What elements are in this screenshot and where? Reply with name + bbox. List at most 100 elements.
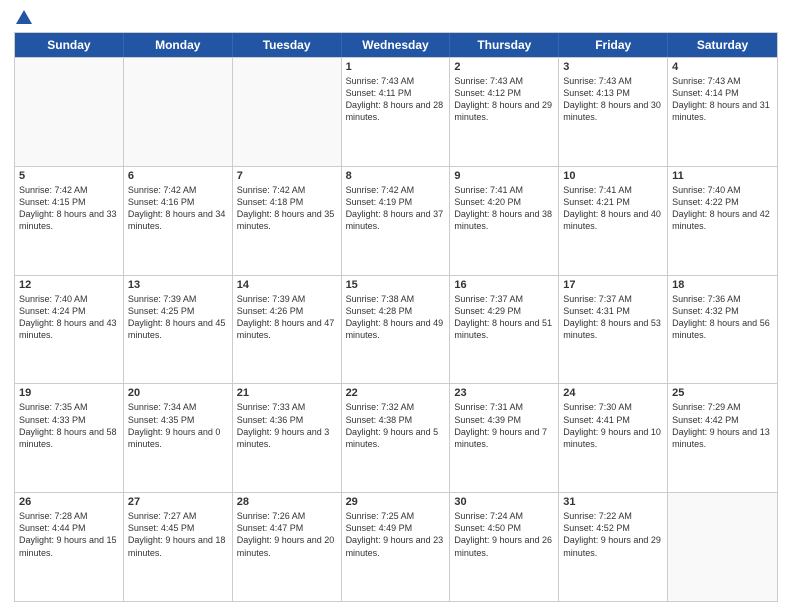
calendar-header: SundayMondayTuesdayWednesdayThursdayFrid… [15,33,777,57]
day-info: Sunrise: 7:29 AM Sunset: 4:42 PM Dayligh… [672,401,773,450]
header-day-tuesday: Tuesday [233,33,342,57]
day-number: 10 [563,170,663,182]
day-number: 1 [346,61,446,73]
day-number: 29 [346,496,446,508]
day-cell-12: 12 Sunrise: 7:40 AM Sunset: 4:24 PM Dayli… [15,276,124,384]
day-info: Sunrise: 7:24 AM Sunset: 4:50 PM Dayligh… [454,510,554,559]
day-info: Sunrise: 7:42 AM Sunset: 4:16 PM Dayligh… [128,184,228,233]
day-number: 8 [346,170,446,182]
header-day-wednesday: Wednesday [342,33,451,57]
day-cell-21: 21 Sunrise: 7:33 AM Sunset: 4:36 PM Dayli… [233,384,342,492]
day-cell-30: 30 Sunrise: 7:24 AM Sunset: 4:50 PM Dayli… [450,493,559,601]
calendar-week-1: 1 Sunrise: 7:43 AM Sunset: 4:11 PM Daylig… [15,57,777,166]
day-info: Sunrise: 7:38 AM Sunset: 4:28 PM Dayligh… [346,293,446,342]
day-info: Sunrise: 7:25 AM Sunset: 4:49 PM Dayligh… [346,510,446,559]
day-number: 31 [563,496,663,508]
day-cell-7: 7Sunrise: 7:42 AM Sunset: 4:18 PM Daylig… [233,167,342,275]
day-info: Sunrise: 7:27 AM Sunset: 4:45 PM Dayligh… [128,510,228,559]
day-info: Sunrise: 7:35 AM Sunset: 4:33 PM Dayligh… [19,401,119,450]
header-day-monday: Monday [124,33,233,57]
day-cell-11: 11 Sunrise: 7:40 AM Sunset: 4:22 PM Dayli… [668,167,777,275]
header-day-thursday: Thursday [450,33,559,57]
calendar-week-2: 5 Sunrise: 7:42 AM Sunset: 4:15 PM Daylig… [15,166,777,275]
day-info: Sunrise: 7:34 AM Sunset: 4:35 PM Dayligh… [128,401,228,450]
day-cell-19: 19 Sunrise: 7:35 AM Sunset: 4:33 PM Dayli… [15,384,124,492]
day-cell-8: 8 Sunrise: 7:42 AM Sunset: 4:19 PM Daylig… [342,167,451,275]
day-number: 6 [128,170,228,182]
day-number: 28 [237,496,337,508]
day-cell-28: 28 Sunrise: 7:26 AM Sunset: 4:47 PM Dayli… [233,493,342,601]
day-cell-25: 25 Sunrise: 7:29 AM Sunset: 4:42 PM Dayli… [668,384,777,492]
day-number: 9 [454,170,554,182]
day-number: 15 [346,279,446,291]
day-info: Sunrise: 7:43 AM Sunset: 4:14 PM Dayligh… [672,75,773,124]
day-number: 21 [237,387,337,399]
day-info: Sunrise: 7:43 AM Sunset: 4:13 PM Dayligh… [563,75,663,124]
day-number: 17 [563,279,663,291]
day-number: 24 [563,387,663,399]
day-number: 19 [19,387,119,399]
day-info: Sunrise: 7:22 AM Sunset: 4:52 PM Dayligh… [563,510,663,559]
day-info: Sunrise: 7:43 AM Sunset: 4:11 PM Dayligh… [346,75,446,124]
day-info: Sunrise: 7:41 AM Sunset: 4:21 PM Dayligh… [563,184,663,233]
calendar-week-3: 12 Sunrise: 7:40 AM Sunset: 4:24 PM Dayli… [15,275,777,384]
day-number: 2 [454,61,554,73]
day-info: Sunrise: 7:37 AM Sunset: 4:29 PM Dayligh… [454,293,554,342]
day-number: 7 [237,170,337,182]
day-cell-31: 31 Sunrise: 7:22 AM Sunset: 4:52 PM Dayli… [559,493,668,601]
day-cell-15: 15 Sunrise: 7:38 AM Sunset: 4:28 PM Dayli… [342,276,451,384]
header-day-friday: Friday [559,33,668,57]
calendar-week-4: 19 Sunrise: 7:35 AM Sunset: 4:33 PM Dayli… [15,383,777,492]
day-number: 25 [672,387,773,399]
day-number: 23 [454,387,554,399]
day-number: 4 [672,61,773,73]
day-number: 14 [237,279,337,291]
day-info: Sunrise: 7:42 AM Sunset: 4:19 PM Dayligh… [346,184,446,233]
calendar-week-5: 26Sunrise: 7:28 AM Sunset: 4:44 PM Dayli… [15,492,777,601]
day-info: Sunrise: 7:39 AM Sunset: 4:26 PM Dayligh… [237,293,337,342]
day-cell-23: 23 Sunrise: 7:31 AM Sunset: 4:39 PM Dayli… [450,384,559,492]
day-info: Sunrise: 7:36 AM Sunset: 4:32 PM Dayligh… [672,293,773,342]
day-number: 20 [128,387,228,399]
day-info: Sunrise: 7:42 AM Sunset: 4:15 PM Dayligh… [19,184,119,233]
header [14,10,778,26]
day-number: 11 [672,170,773,182]
day-cell-9: 9Sunrise: 7:41 AM Sunset: 4:20 PM Daylig… [450,167,559,275]
day-cell-26: 26Sunrise: 7:28 AM Sunset: 4:44 PM Dayli… [15,493,124,601]
day-info: Sunrise: 7:33 AM Sunset: 4:36 PM Dayligh… [237,401,337,450]
day-number: 27 [128,496,228,508]
day-info: Sunrise: 7:40 AM Sunset: 4:22 PM Dayligh… [672,184,773,233]
day-number: 12 [19,279,119,291]
day-cell-10: 10 Sunrise: 7:41 AM Sunset: 4:21 PM Dayli… [559,167,668,275]
empty-cell [668,493,777,601]
day-number: 3 [563,61,663,73]
day-cell-18: 18 Sunrise: 7:36 AM Sunset: 4:32 PM Dayli… [668,276,777,384]
day-number: 30 [454,496,554,508]
day-number: 18 [672,279,773,291]
day-number: 22 [346,387,446,399]
day-cell-22: 22 Sunrise: 7:32 AM Sunset: 4:38 PM Dayli… [342,384,451,492]
day-cell-6: 6 Sunrise: 7:42 AM Sunset: 4:16 PM Daylig… [124,167,233,275]
day-number: 13 [128,279,228,291]
logo-triangle-icon [16,10,32,24]
day-number: 5 [19,170,119,182]
empty-cell [15,58,124,166]
day-info: Sunrise: 7:43 AM Sunset: 4:12 PM Dayligh… [454,75,554,124]
header-day-sunday: Sunday [15,33,124,57]
day-cell-1: 1 Sunrise: 7:43 AM Sunset: 4:11 PM Daylig… [342,58,451,166]
day-cell-20: 20 Sunrise: 7:34 AM Sunset: 4:35 PM Dayli… [124,384,233,492]
day-info: Sunrise: 7:37 AM Sunset: 4:31 PM Dayligh… [563,293,663,342]
day-info: Sunrise: 7:30 AM Sunset: 4:41 PM Dayligh… [563,401,663,450]
empty-cell [233,58,342,166]
logo [14,10,32,26]
day-info: Sunrise: 7:31 AM Sunset: 4:39 PM Dayligh… [454,401,554,450]
day-info: Sunrise: 7:32 AM Sunset: 4:38 PM Dayligh… [346,401,446,450]
page: SundayMondayTuesdayWednesdayThursdayFrid… [0,0,792,612]
day-cell-5: 5 Sunrise: 7:42 AM Sunset: 4:15 PM Daylig… [15,167,124,275]
day-info: Sunrise: 7:26 AM Sunset: 4:47 PM Dayligh… [237,510,337,559]
day-info: Sunrise: 7:40 AM Sunset: 4:24 PM Dayligh… [19,293,119,342]
header-day-saturday: Saturday [668,33,777,57]
day-info: Sunrise: 7:28 AM Sunset: 4:44 PM Dayligh… [19,510,119,559]
day-cell-2: 2 Sunrise: 7:43 AM Sunset: 4:12 PM Daylig… [450,58,559,166]
day-cell-17: 17 Sunrise: 7:37 AM Sunset: 4:31 PM Dayli… [559,276,668,384]
